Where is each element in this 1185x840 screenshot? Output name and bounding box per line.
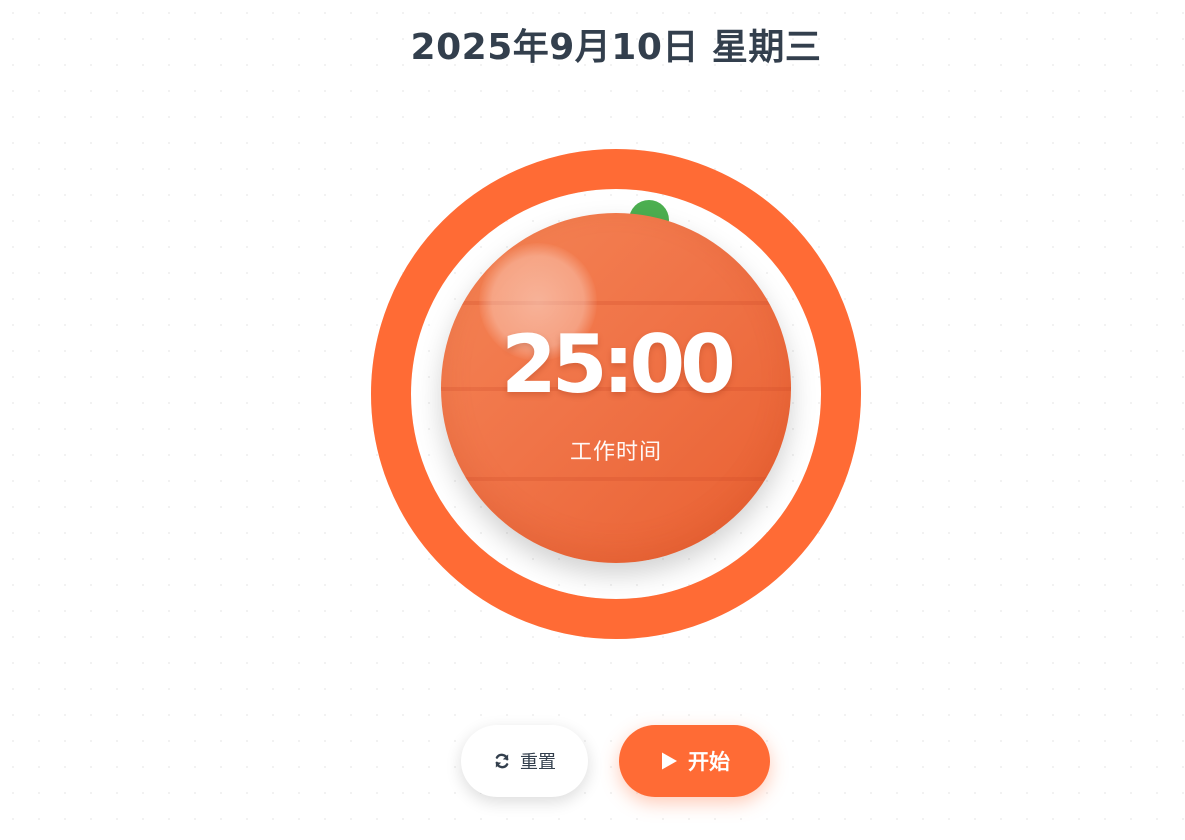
timer: 25:00 工作时间 — [371, 149, 861, 639]
date-title: 2025年9月10日 星期三 — [410, 27, 822, 68]
reset-button-label: 重置 — [520, 752, 556, 773]
start-button[interactable]: 开始 — [619, 725, 770, 797]
play-icon — [659, 751, 679, 771]
reset-button[interactable]: 重置 — [461, 725, 588, 797]
mode-label: 工作时间 — [569, 440, 662, 465]
time-display: 25:00 — [501, 318, 736, 411]
start-button-label: 开始 — [688, 750, 730, 774]
tomato-face[interactable]: 25:00 工作时间 — [441, 213, 791, 563]
refresh-icon — [493, 752, 511, 770]
tomato-stripe — [441, 477, 791, 481]
